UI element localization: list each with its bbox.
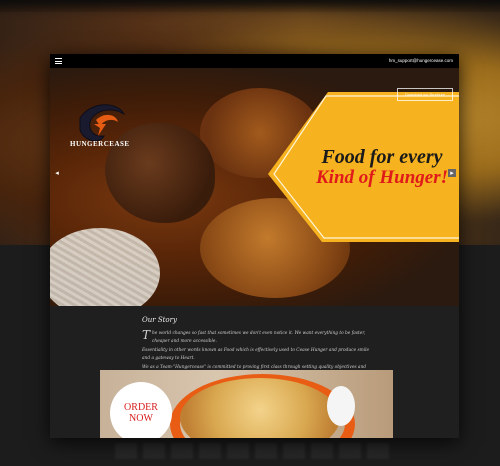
prev-slide-arrow-icon[interactable]: ◂: [53, 169, 61, 177]
order-label-line-1: ORDER: [124, 402, 158, 413]
story-title: Our Story: [142, 316, 177, 324]
download-brochure-button[interactable]: Download our Brochure: [397, 88, 453, 101]
order-now-button[interactable]: ORDER NOW: [110, 382, 172, 438]
hero-slider: HUNGERCEASE Food for every Kind of Hunge…: [50, 68, 459, 306]
order-label-line-2: NOW: [129, 413, 153, 424]
top-bar: hm_support@hungercease.com: [50, 54, 459, 68]
plate-cloth: [50, 228, 160, 306]
website-window: hm_support@hungercease.com HUNGERCEASE F…: [50, 54, 459, 438]
headline: Food for every Kind of Hunger!: [312, 147, 452, 188]
story-paragraph: The world changes so fast that sometimes…: [142, 328, 366, 344]
hungercease-logo: [79, 104, 126, 142]
background-blurred-text: [115, 443, 395, 459]
order-promo-banner: ORDER NOW: [100, 370, 393, 438]
support-email[interactable]: hm_support@hungercease.com: [389, 56, 453, 66]
headline-line-2: Kind of Hunger!: [316, 167, 448, 188]
story-paragraph: Essentiality in other words known as Foo…: [142, 348, 370, 361]
hamburger-menu-icon[interactable]: [55, 58, 62, 64]
next-slide-arrow-icon[interactable]: ▸: [448, 169, 456, 177]
headline-line-1: Food for every: [321, 146, 443, 168]
brand-name: HUNGERCEASE: [70, 140, 130, 148]
spoon: [327, 386, 355, 426]
